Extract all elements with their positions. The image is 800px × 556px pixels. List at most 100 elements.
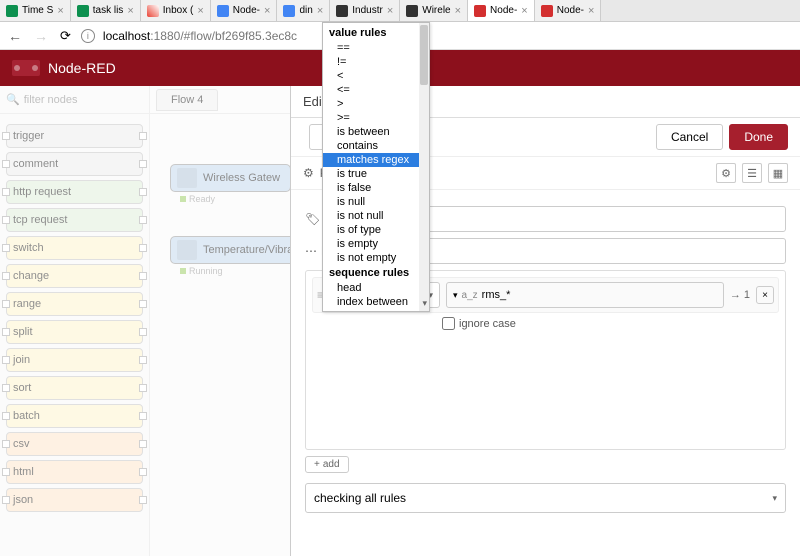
dropdown-item[interactable]: matches regex — [323, 153, 429, 167]
sheets-icon — [6, 5, 18, 17]
close-icon[interactable]: × — [455, 5, 461, 17]
dropdown-item[interactable]: > — [323, 97, 429, 111]
ignore-case-option[interactable]: ignore case — [442, 317, 779, 330]
filter-input[interactable] — [24, 94, 166, 106]
dropdown-item[interactable]: < — [323, 69, 429, 83]
rule-value-input[interactable]: ▾ a_z rms_* — [446, 282, 724, 308]
dropdown-item[interactable]: is false — [323, 181, 429, 195]
browser-tab[interactable]: Wirele× — [400, 0, 468, 21]
browser-tab[interactable]: task lis× — [71, 0, 141, 21]
port-icon — [2, 496, 10, 504]
reload-button[interactable]: ⟳ — [58, 28, 73, 44]
close-icon[interactable]: × — [521, 5, 527, 17]
browser-tab[interactable]: Time S× — [0, 0, 71, 21]
palette-node-split[interactable]: split — [6, 320, 143, 344]
palette-node-trigger[interactable]: trigger — [6, 124, 143, 148]
description-icon[interactable]: ☰ — [742, 163, 762, 183]
name-input[interactable] — [373, 206, 786, 232]
port-icon — [139, 188, 147, 196]
ignore-case-checkbox[interactable] — [442, 317, 455, 330]
canvas-node-wireless-gateway[interactable]: Wireless Gatew — [170, 164, 291, 192]
palette-node-html[interactable]: html — [6, 460, 143, 484]
back-button[interactable]: ← — [6, 28, 24, 44]
browser-tab[interactable]: Node-× — [211, 0, 278, 21]
dropdown-item[interactable]: != — [323, 55, 429, 69]
dropdown-item[interactable]: is between — [323, 125, 429, 139]
dropdown-item[interactable]: index between — [323, 295, 429, 309]
dropdown-item[interactable]: is null — [323, 195, 429, 209]
palette-node-label: batch — [13, 410, 40, 422]
palette-node-json[interactable]: json — [6, 488, 143, 512]
dropdown-item[interactable]: is not null — [323, 209, 429, 223]
port-icon — [139, 468, 147, 476]
browser-tab[interactable]: Node-× — [535, 0, 602, 21]
palette-node-tcp-request[interactable]: tcp request — [6, 208, 143, 232]
ellipsis-icon: ⋯ — [305, 244, 317, 258]
port-icon — [2, 300, 10, 308]
add-rule-button[interactable]: +add — [305, 456, 349, 473]
site-icon — [336, 5, 348, 17]
forward-button[interactable]: → — [32, 28, 50, 44]
add-label: add — [323, 459, 340, 470]
palette-node-switch[interactable]: switch — [6, 236, 143, 260]
close-icon[interactable]: × — [57, 5, 63, 17]
chevron-down-icon[interactable]: ▾ — [422, 298, 427, 309]
dropdown-scrollbar[interactable] — [419, 23, 429, 311]
close-icon[interactable]: × — [387, 5, 393, 17]
url-display[interactable]: localhost:1880/#flow/bf269f85.3ec8c — [103, 29, 794, 43]
palette-nodes: trigger comment http request tcp request swi… — [0, 114, 149, 522]
close-icon[interactable]: × — [317, 5, 323, 17]
dropdown-item[interactable]: is not empty — [323, 251, 429, 265]
close-icon[interactable]: × — [197, 5, 203, 17]
dropdown-item[interactable]: head — [323, 281, 429, 295]
operator-dropdown[interactable]: value rules ==!=<<=>>=is betweencontains… — [322, 22, 430, 312]
dropdown-item[interactable]: contains — [323, 139, 429, 153]
done-button[interactable]: Done — [729, 124, 788, 150]
layout-icon[interactable]: ▦ — [768, 163, 788, 183]
palette-node-label: trigger — [13, 130, 44, 142]
cancel-button[interactable]: Cancel — [656, 124, 723, 150]
close-icon[interactable]: × — [264, 5, 270, 17]
close-icon[interactable]: × — [127, 5, 133, 17]
port-icon — [2, 440, 10, 448]
gear-icon[interactable]: ⚙ — [716, 163, 736, 183]
port-icon — [139, 216, 147, 224]
browser-tab[interactable]: din× — [277, 0, 330, 21]
close-icon[interactable]: × — [588, 5, 594, 17]
browser-tab[interactable]: Industr× — [330, 0, 400, 21]
remove-rule-button[interactable]: × — [756, 286, 774, 304]
palette-node-http-request[interactable]: http request — [6, 180, 143, 204]
dropdown-item[interactable]: is empty — [323, 237, 429, 251]
dropdown-item[interactable]: >= — [323, 111, 429, 125]
palette-node-batch[interactable]: batch — [6, 404, 143, 428]
port-icon — [139, 300, 147, 308]
palette-node-label: join — [13, 354, 30, 366]
tab-label: Node- — [490, 5, 517, 16]
brand-name: Node-RED — [48, 60, 116, 76]
port-icon — [139, 132, 147, 140]
palette-node-sort[interactable]: sort — [6, 376, 143, 400]
nodered-logo-icon — [12, 60, 40, 76]
browser-tab-active[interactable]: Node- × — [468, 0, 535, 21]
palette-node-comment[interactable]: comment — [6, 152, 143, 176]
tab-label: Inbox ( — [163, 5, 194, 16]
browser-tab[interactable]: Inbox (× — [141, 0, 211, 21]
rule-output-index: → 1 — [730, 289, 750, 301]
property-input[interactable] — [373, 238, 786, 264]
port-icon — [139, 496, 147, 504]
palette-node-join[interactable]: join — [6, 348, 143, 372]
check-rules-select[interactable]: checking all rules — [305, 483, 786, 513]
dropdown-item[interactable]: <= — [323, 83, 429, 97]
palette-node-change[interactable]: change — [6, 264, 143, 288]
port-icon — [2, 216, 10, 224]
palette-node-csv[interactable]: csv — [6, 432, 143, 456]
dropdown-item[interactable]: is of type — [323, 223, 429, 237]
dropdown-item[interactable]: is true — [323, 167, 429, 181]
site-info-icon[interactable]: i — [81, 29, 95, 43]
chevron-down-icon[interactable]: ▾ — [453, 290, 458, 301]
palette-node-range[interactable]: range — [6, 292, 143, 316]
dropdown-item[interactable]: == — [323, 41, 429, 55]
flow-tab[interactable]: Flow 4 — [156, 89, 218, 111]
scrollbar-thumb[interactable] — [420, 25, 428, 85]
sheets-icon — [77, 5, 89, 17]
